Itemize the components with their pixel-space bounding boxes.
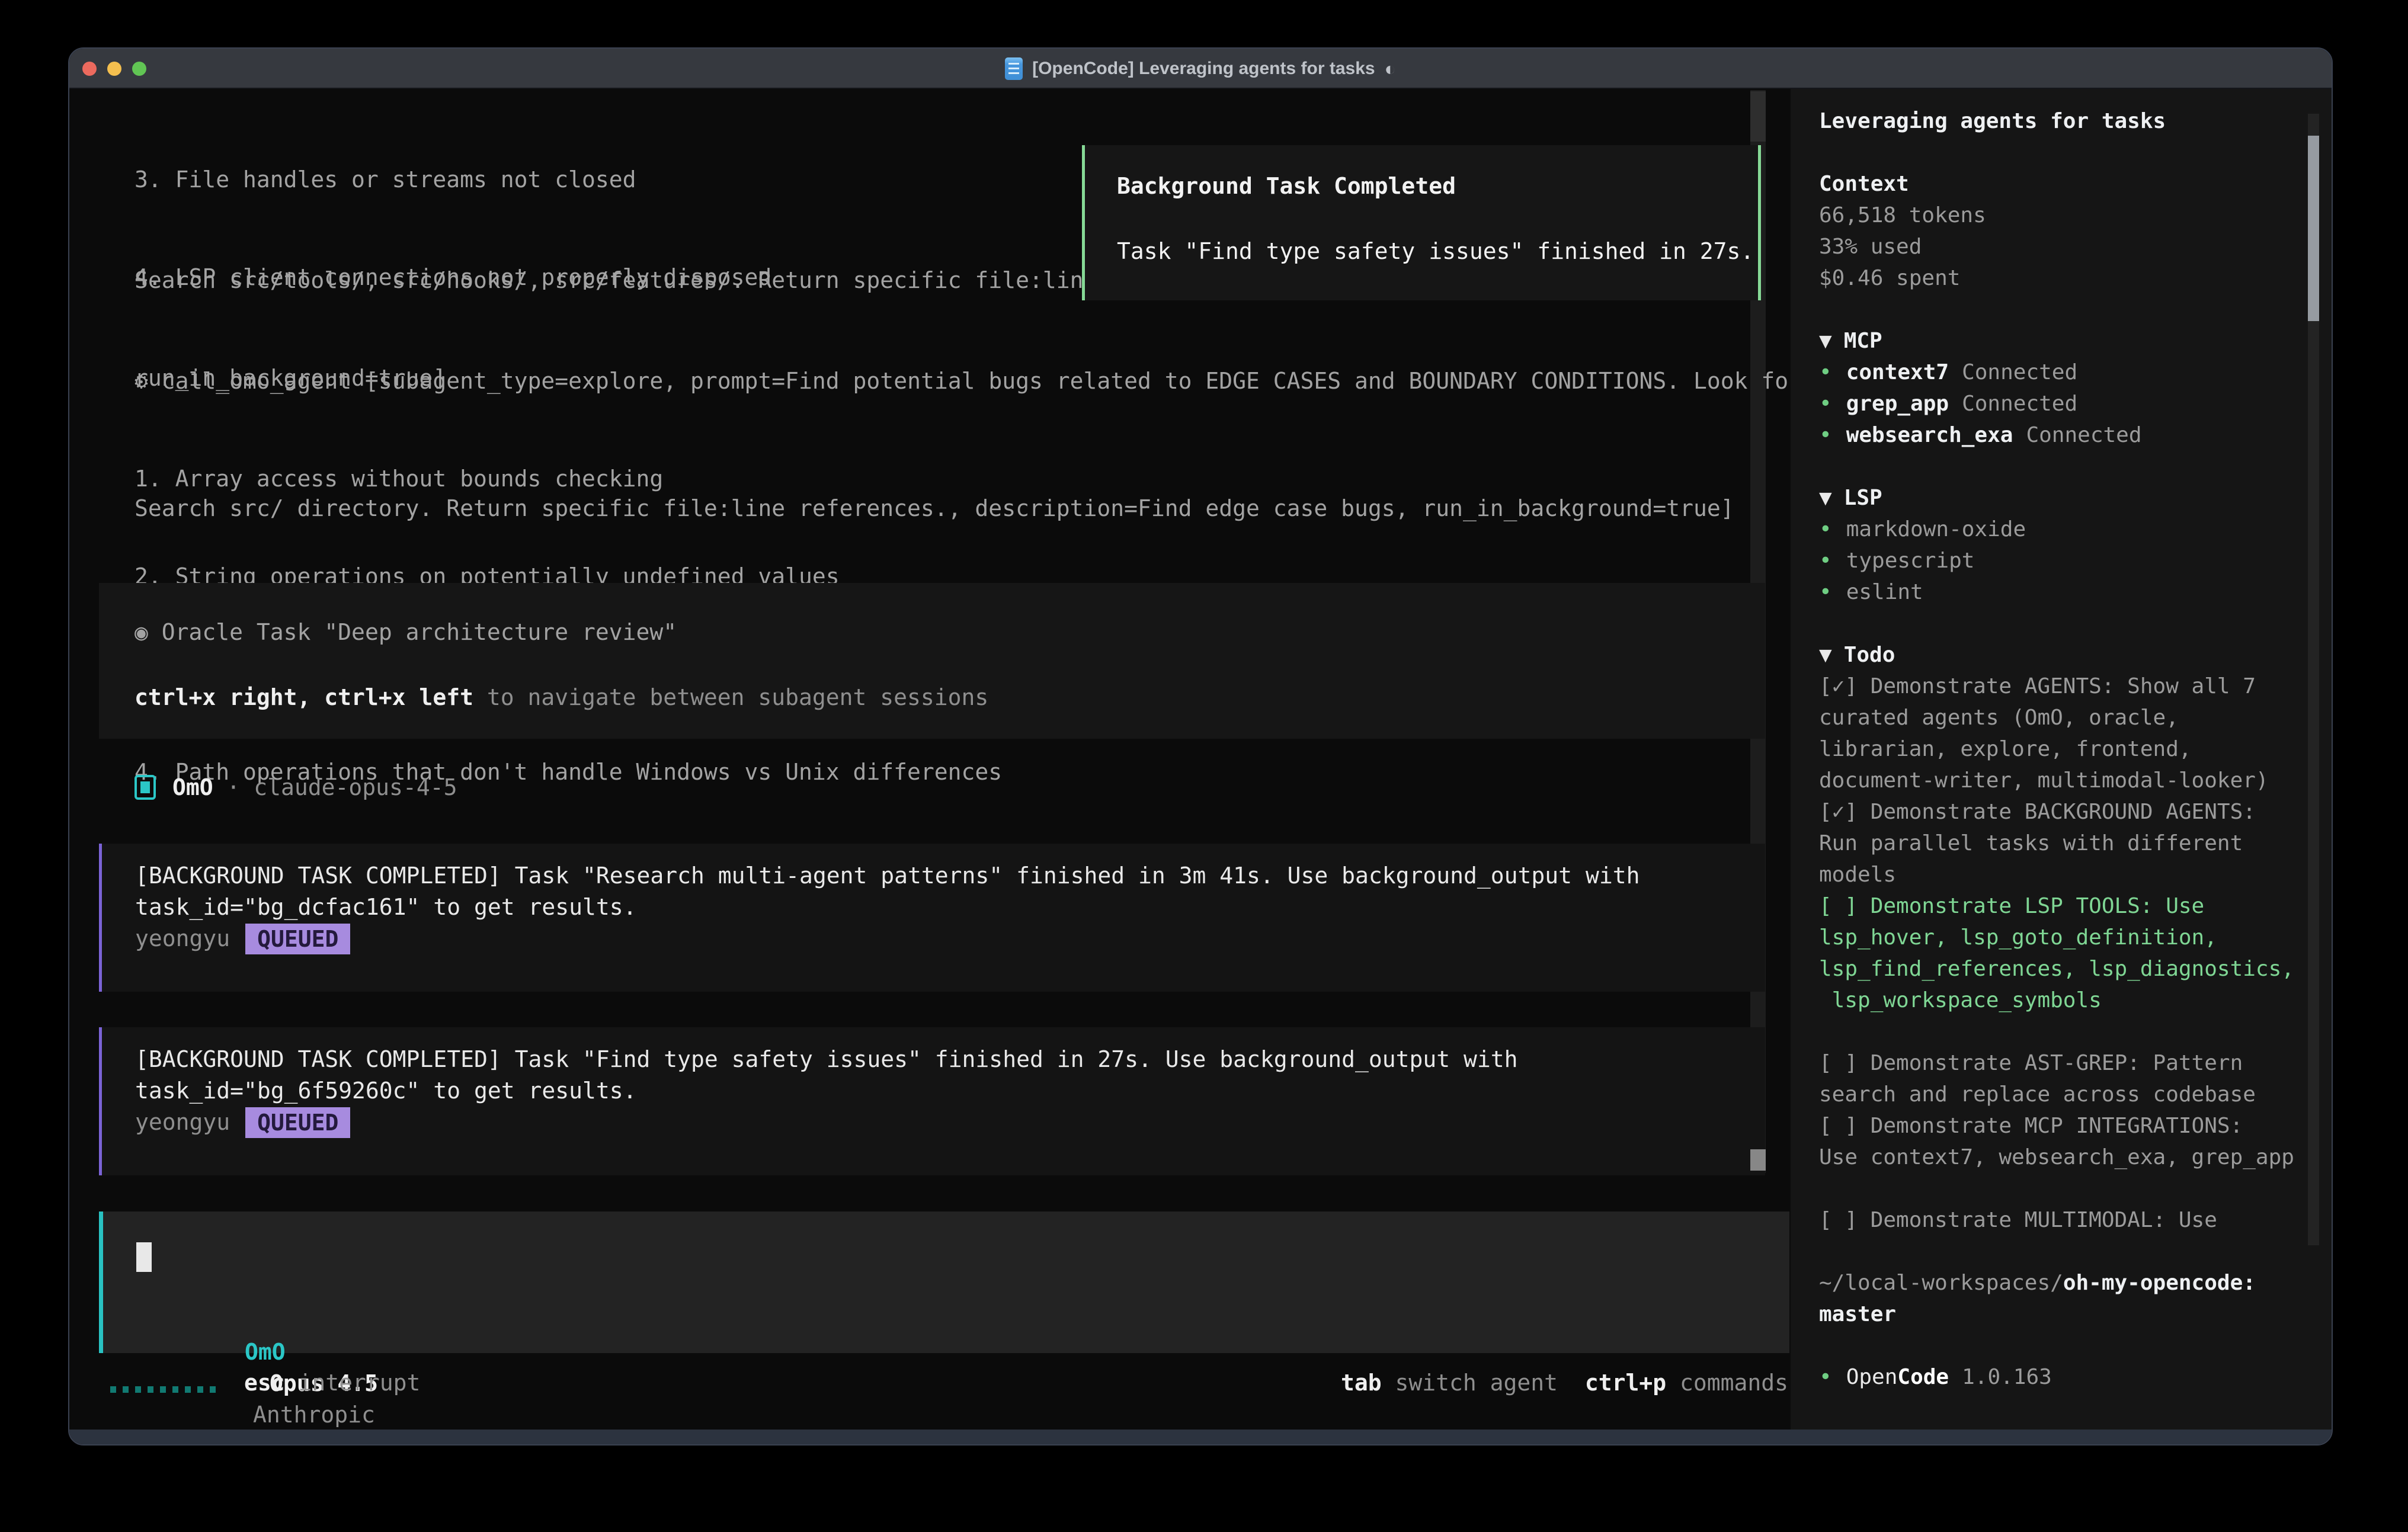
chevron-down-icon: ▼ [1819,486,1832,510]
session-state-icon: ◐ [1385,58,1396,80]
lsp-section-header[interactable]: ▼LSP [1819,482,2333,514]
window-bottom-edge [69,1430,2332,1444]
status-badge: QUEUED [245,924,350,954]
workspace-path: ~/local-workspaces/oh-my-opencode: [1819,1267,2333,1299]
agent-session-header[interactable]: OmO · claude-opus-4-5 [135,771,457,803]
task-message-meta: yeongyu QUEUED [135,923,1765,954]
todo-line: Use context7, websearch_exa, grep_app [1819,1142,2333,1173]
background-task-message: [BACKGROUND TASK COMPLETED] Task "Resear… [99,844,1765,992]
mcp-item: •grep_appConnected [1819,388,2333,419]
context-spent: $0.46 spent [1819,262,2333,294]
mcp-item: •context7Connected [1819,357,2333,388]
status-dot-icon: • [1819,360,1832,384]
notification-title: Background Task Completed [1117,170,1456,203]
window-titlebar: [OpenCode] Leveraging agents for tasks ◐ [69,49,2332,89]
scrollback-line: 3. File handles or streams not closed [135,164,771,196]
oracle-task-title: ◉ Oracle Task "Deep architecture review" [135,616,677,649]
status-dot-icon: • [1819,423,1832,447]
background-task-notification: Background Task Completed Task "Find typ… [1082,145,1761,300]
task-message-line: [BACKGROUND TASK COMPLETED] Task "Resear… [135,860,1765,892]
todo-line: [ ] Demonstrate AST-GREP: Pattern [1819,1047,2333,1079]
text-cursor [136,1242,152,1272]
esc-key-label: esc [244,1370,285,1396]
status-bar: esc interrupt tab switch agent ctrl+p co… [69,1367,1791,1399]
gear-icon: ⚙ [135,368,148,394]
task-author: yeongyu [135,923,230,954]
todo-line: document-writer, multimodal-looker) [1819,765,2333,796]
context-heading: Context [1819,168,2333,200]
prompt-input[interactable]: OmO Opus 4.5 Anthropic [99,1212,1789,1353]
status-dot-icon: • [1819,392,1832,416]
tool-call-header: ⚙ call_omo_agent [subagent_type=explore,… [135,365,1802,398]
provider-label: Anthropic [253,1402,375,1428]
status-dot-icon: • [1819,1365,1832,1389]
tool-call-item: 1. Array access without bounds checking [135,463,1802,495]
lsp-item: •typescript [1819,545,2333,576]
window-title: [OpenCode] Leveraging agents for tasks [1032,59,1375,79]
status-badge: QUEUED [245,1107,350,1138]
spinner-dots-icon [110,1386,216,1393]
mcp-section-header[interactable]: ▼MCP [1819,325,2333,357]
document-icon [1005,57,1023,80]
todo-line: search and replace across codebase [1819,1079,2333,1110]
chat-pane: 3. File handles or streams not closed 4.… [69,89,1791,1432]
agent-model: claude-opus-4-5 [254,774,457,800]
agent-icon [135,775,156,800]
todo-line-active: lsp_find_references, lsp_diagnostics, [1819,953,2333,985]
session-sidebar: Leveraging agents for tasks Context 66,5… [1791,89,2333,1432]
context-used: 33% used [1819,231,2333,262]
main-scrollbar-top-segment [1750,91,1766,142]
context-tokens: 66,518 tokens [1819,200,2333,231]
mcp-item: •websearch_exaConnected [1819,419,2333,451]
todo-line: [✓] Demonstrate AGENTS: Show all 7 [1819,671,2333,702]
scrollback-line: Search src/tools/, src/hooks/, src/featu… [135,264,1097,297]
terminal-window: [OpenCode] Leveraging agents for tasks ◐… [68,47,2333,1446]
separator-dot: · [213,774,254,800]
app-version-row: •OpenCode1.0.163 [1819,1361,2333,1393]
todo-line-active: lsp_workspace_symbols [1819,985,2333,1016]
lsp-item: •eslint [1819,576,2333,608]
workspace-branch: master [1819,1299,2333,1330]
task-message-line: task_id="bg_dcfac161" to get results. [135,892,1765,923]
status-dot-icon: • [1819,517,1832,541]
task-message-line: task_id="bg_6f59260c" to get results. [135,1075,1765,1107]
sidebar-scrollbar-thumb[interactable] [2308,136,2319,321]
window-title-area: [OpenCode] Leveraging agents for tasks ◐ [69,49,2332,89]
status-dot-icon: • [1819,549,1832,573]
todo-line: [ ] Demonstrate MULTIMODAL: Use [1819,1204,2333,1236]
todo-line: models [1819,859,2333,890]
shortcut-hints: tab switch agent ctrl+p commands [1341,1367,1788,1399]
todo-section-header[interactable]: ▼Todo [1819,639,2333,671]
todo-line: Run parallel tasks with different [1819,828,2333,859]
task-message-line: [BACKGROUND TASK COMPLETED] Task "Find t… [135,1044,1765,1075]
interrupt-hint: esc interrupt [244,1367,420,1399]
session-title: Leveraging agents for tasks [1819,105,2333,137]
lsp-item: •markdown-oxide [1819,514,2333,545]
active-agent-label: OmO [245,1339,286,1365]
chevron-down-icon: ▼ [1819,329,1832,353]
tab-key-label: tab [1341,1370,1382,1396]
status-dot-icon: • [1819,580,1832,604]
main-scrollbar-thumb[interactable] [1750,1149,1766,1171]
todo-line: [✓] Demonstrate BACKGROUND AGENTS: [1819,796,2333,828]
chevron-down-icon: ▼ [1819,643,1832,667]
todo-line: [ ] Demonstrate MCP INTEGRATIONS: [1819,1110,2333,1142]
oracle-task-panel: ◉ Oracle Task "Deep architecture review"… [99,583,1765,739]
task-author: yeongyu [135,1107,230,1138]
tool-call-footer: Search src/ directory. Return specific f… [135,492,1734,525]
todo-line: librarian, explore, frontend, [1819,733,2333,765]
ctrlp-key-label: ctrl+p [1585,1370,1666,1396]
todo-line-active: [ ] Demonstrate LSP TOOLS: Use [1819,890,2333,922]
todo-line-active: lsp_hover, lsp_goto_definition, [1819,922,2333,953]
task-message-meta: yeongyu QUEUED [135,1107,1765,1138]
todo-line: curated agents (OmO, oracle, [1819,702,2333,733]
keyboard-shortcut: ctrl+x right, ctrl+x left [135,684,473,710]
agent-name: OmO [172,774,213,800]
background-task-message: [BACKGROUND TASK COMPLETED] Task "Find t… [99,1027,1765,1175]
notification-body: Task "Find type safety issues" finished … [1117,235,1754,268]
record-icon: ◉ [135,619,148,645]
oracle-task-hint: ctrl+x right, ctrl+x left to navigate be… [135,681,988,714]
